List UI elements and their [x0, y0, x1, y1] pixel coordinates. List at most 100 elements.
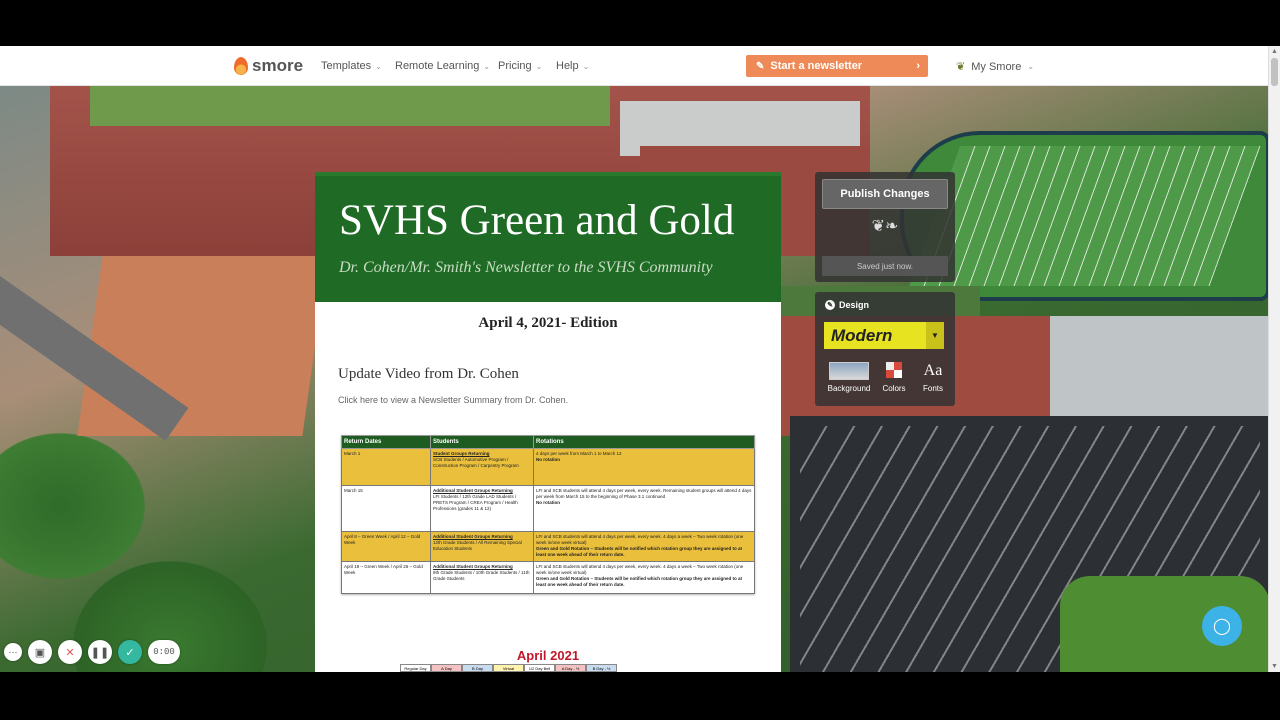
construction-dirt: [77, 256, 328, 436]
table-row: April 19 – Green Week / April 26 – Gold …: [341, 561, 755, 594]
rotation-note: No rotation: [536, 500, 560, 505]
theme-value: Modern: [831, 325, 893, 345]
table-row: March 15 Additional Student Groups Retur…: [341, 485, 755, 532]
bird-icon: ❦: [956, 61, 966, 73]
nav-pricing[interactable]: Pricing ⌄: [498, 60, 542, 72]
delete-recording-button[interactable]: ✕: [58, 640, 82, 664]
chevron-down-icon: ⌄: [582, 62, 590, 71]
save-status: Saved just now.: [822, 256, 948, 276]
chat-bubble-icon: ◯: [1213, 618, 1231, 635]
chevron-down-icon: ⌄: [1027, 62, 1035, 71]
cell-students: Additional Student Groups Returning 12th …: [430, 531, 534, 562]
scroll-thumb[interactable]: [1271, 58, 1278, 86]
column-header: Rotations: [533, 435, 755, 449]
scroll-up-icon[interactable]: ▲: [1271, 48, 1278, 55]
legend-item: 1/2 Day Bell: [524, 664, 555, 672]
smore-logo[interactable]: smore: [234, 56, 303, 76]
account-label: My Smore: [971, 60, 1022, 73]
account-menu[interactable]: ❦ My Smore ⌄: [956, 60, 1035, 74]
nav-label: Remote Learning: [395, 60, 480, 72]
legend-item: Regular Day: [400, 664, 431, 672]
design-label-text: Design: [839, 300, 870, 310]
rotation-text: LFI and SCB students will attend 4 days …: [536, 488, 752, 499]
pencil-icon: ✎: [756, 60, 765, 72]
option-label: Fonts: [922, 384, 943, 393]
cell-rotation: LFI and SCB students will attend 4 days …: [533, 531, 755, 562]
cell-date: April 19 – Green Week / April 26 – Gold …: [341, 561, 431, 594]
publish-changes-button[interactable]: Publish Changes: [822, 179, 948, 209]
publish-panel: Publish Changes ❦❧ Saved just now.: [815, 172, 955, 282]
chat-support-button[interactable]: ◯: [1202, 606, 1242, 646]
rotation-note: Green and Gold Rotation – Students will …: [536, 576, 743, 587]
rotation-text: LFI and SCB students will attend 4 days …: [536, 564, 744, 575]
chevron-down-icon: ⌄: [483, 62, 491, 71]
newsletter-subtitle[interactable]: Dr. Cohen/Mr. Smith's Newsletter to the …: [339, 259, 757, 277]
recorder-controls: ⋯ ▣ ✕ ❚❚ ✓ 0:00: [4, 640, 180, 664]
scroll-down-icon[interactable]: ▼: [1271, 663, 1278, 670]
theme-select[interactable]: Modern ▼: [824, 322, 944, 349]
nav-templates[interactable]: Templates ⌄: [321, 60, 382, 72]
top-navbar: smore Templates ⌄ Remote Learning ⌄ Pricin…: [0, 46, 1268, 86]
fonts-icon: Aa: [923, 362, 943, 379]
cell-students: Additional Student Groups Returning LFI S…: [430, 485, 534, 532]
flame-icon: [234, 57, 248, 75]
calendar-legend: Regular Day A Day B Day Virtual Check-In…: [400, 664, 617, 672]
edition-heading[interactable]: April 4, 2021- Edition: [315, 315, 781, 332]
newsletter-header[interactable]: SVHS Green and Gold Dr. Cohen/Mr. Smith'…: [315, 172, 781, 302]
cell-rotation: 4 days per week from March 1 to March 12…: [533, 448, 755, 486]
page-scrollbar[interactable]: ▲ ▼: [1268, 46, 1280, 672]
design-panel: ✎ Design Modern ▼ Background Colors Aa Font…: [815, 292, 955, 406]
camera-toggle-icon[interactable]: ▣: [28, 640, 52, 664]
colors-swatch-icon: [886, 362, 902, 378]
start-newsletter-button[interactable]: ✎ Start a newsletter ›: [746, 55, 928, 77]
nav-label: Pricing: [498, 60, 532, 72]
cell-rotation: LFI and SCB students will attend 4 days …: [533, 485, 755, 532]
pause-button[interactable]: ❚❚: [88, 640, 112, 664]
cell-date: March 1: [341, 448, 431, 486]
chevron-down-icon[interactable]: ▼: [926, 322, 944, 349]
group-list: SCB Students / Automotive Program / Cons…: [433, 457, 519, 468]
newsletter-title[interactable]: SVHS Green and Gold: [339, 196, 757, 245]
fonts-option[interactable]: Aa Fonts: [915, 362, 951, 393]
group-list: 12th Grade Students / All Remaining Spec…: [433, 540, 522, 551]
browser-viewport: smore Templates ⌄ Remote Learning ⌄ Pricin…: [0, 46, 1280, 672]
logo-text: smore: [252, 56, 304, 75]
return-schedule-table: Return Dates Students Rotations March 1 …: [341, 435, 755, 594]
legend-item: B Day - ½ Day: [586, 664, 617, 672]
field-lines: [909, 146, 1261, 286]
table-row: April 8 – Green Week / April 12 – Gold W…: [341, 531, 755, 562]
more-icon[interactable]: ⋯: [4, 643, 22, 661]
newsletter-body: SVHS Green and Gold Dr. Cohen/Mr. Smith'…: [315, 172, 781, 672]
colors-option[interactable]: Colors: [877, 362, 911, 393]
table-header-row: Return Dates Students Rotations: [341, 435, 755, 449]
finish-recording-button[interactable]: ✓: [118, 640, 142, 664]
ornament-icon: ❦❧: [871, 218, 899, 235]
cell-date: April 8 – Green Week / April 12 – Gold W…: [341, 531, 431, 562]
nav-remote-learning[interactable]: Remote Learning ⌄: [395, 60, 490, 72]
legend-item: A Day - ½ Day: [555, 664, 586, 672]
start-newsletter-label: Start a newsletter: [770, 60, 863, 72]
group-list: 9th Grade Students / 10th Grade Students…: [433, 570, 530, 581]
option-label: Background: [827, 384, 871, 393]
table-row: March 1 Student Groups Returning SCB Stud…: [341, 448, 755, 486]
legend-item: A Day: [431, 664, 462, 672]
nav-help[interactable]: Help ⌄: [556, 60, 589, 72]
chevron-down-icon: ⌄: [535, 62, 543, 71]
chevron-down-icon: ⌄: [375, 62, 382, 71]
legend-item: Virtual Check-In Day: [493, 664, 524, 672]
design-label: ✎ Design: [825, 300, 869, 310]
group-list: LFI Students / 12th Grade LAD Students /…: [433, 494, 518, 511]
rotation-note: No rotation: [536, 457, 560, 462]
legend-item: B Day: [462, 664, 493, 672]
chevron-right-icon: ›: [916, 60, 920, 72]
calendar-title[interactable]: April 2021: [315, 648, 781, 663]
nav-label: Templates: [321, 60, 372, 72]
cell-students: Additional Student Groups Returning 9th G…: [430, 561, 534, 594]
video-summary-link[interactable]: Click here to view a Newsletter Summary …: [338, 395, 781, 405]
column-header: Return Dates: [341, 435, 431, 449]
video-heading[interactable]: Update Video from Dr. Cohen: [338, 366, 781, 383]
column-header: Students: [430, 435, 534, 449]
background-option[interactable]: Background: [821, 362, 877, 393]
cell-students: Student Groups Returning SCB Students / A…: [430, 448, 534, 486]
cell-date: March 15: [341, 485, 431, 532]
